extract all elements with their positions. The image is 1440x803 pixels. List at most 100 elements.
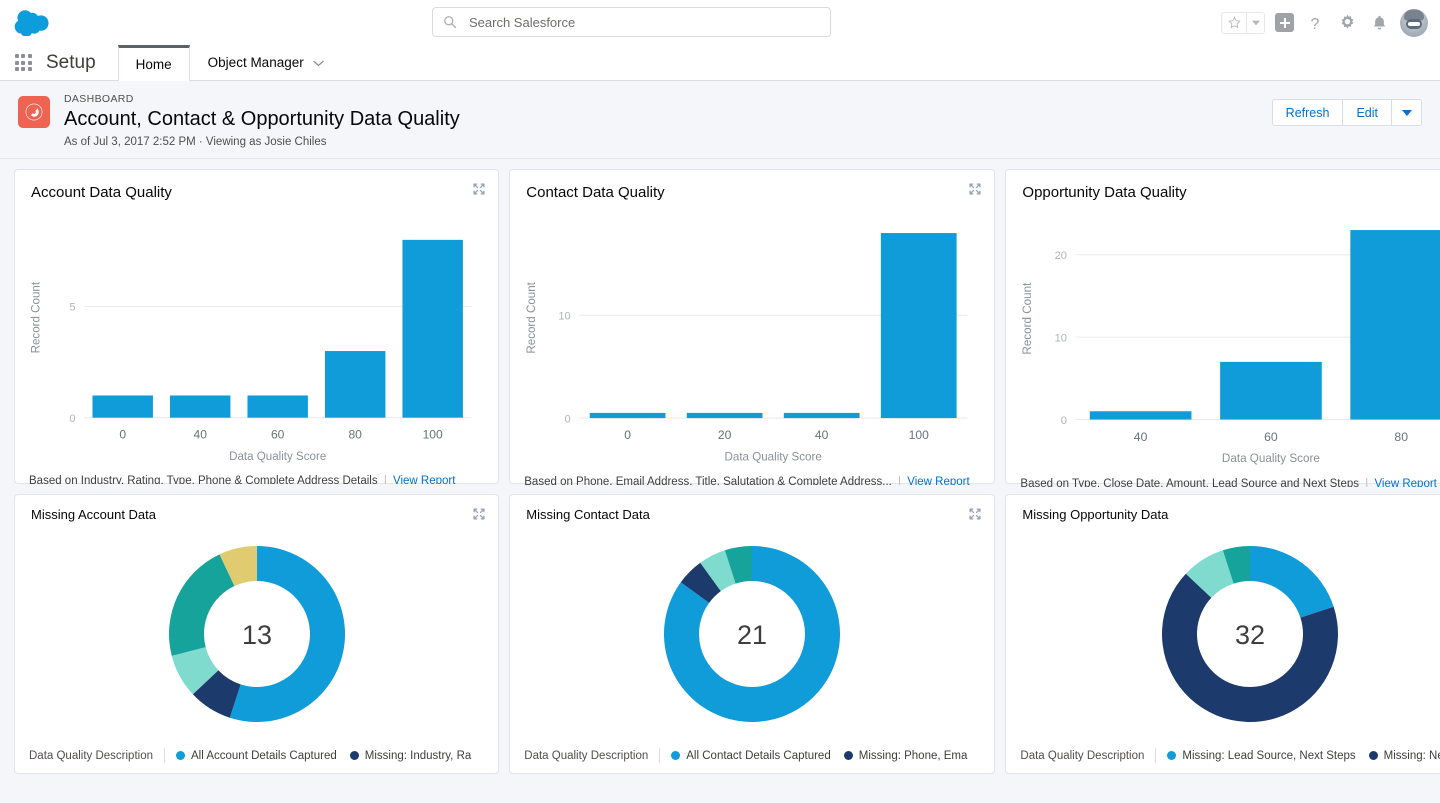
svg-text:Data Quality Score: Data Quality Score — [1222, 452, 1320, 465]
favorites-group[interactable] — [1221, 12, 1265, 34]
chevron-down-icon[interactable] — [313, 55, 324, 70]
expand-icon[interactable] — [968, 507, 982, 521]
tab-object-manager[interactable]: Object Manager — [190, 45, 342, 80]
legend-item-label: Missing: Next St — [1384, 750, 1440, 762]
dashboard-refresh-status: As of Jul 3, 2017 2:52 PM · Viewing as J… — [64, 136, 1272, 148]
legend-color-swatch — [176, 751, 185, 760]
legend-item[interactable]: Missing: Industry, Ra — [350, 750, 472, 762]
svg-text:80: 80 — [348, 428, 362, 442]
svg-text:60: 60 — [271, 428, 285, 442]
legend-item[interactable]: Missing: Lead Source, Next Steps — [1167, 750, 1355, 762]
chart-legend: Data Quality Description All Account Det… — [15, 744, 498, 773]
svg-text:0: 0 — [624, 428, 631, 442]
search-box[interactable] — [432, 7, 831, 37]
nav-tabs: Home Object Manager — [118, 45, 342, 80]
svg-text:80: 80 — [1395, 430, 1409, 444]
svg-text:Record Count: Record Count — [525, 281, 538, 353]
svg-text:100: 100 — [909, 428, 929, 442]
card-footer: Based on Type, Close Date, Amount, Lead … — [1006, 471, 1440, 487]
legend-color-swatch — [1369, 751, 1378, 760]
legend-title: Data Quality Description — [29, 750, 153, 762]
header-text-group: DASHBOARD Account, Contact & Opportunity… — [64, 93, 1272, 148]
legend-title: Data Quality Description — [524, 750, 648, 762]
global-search[interactable] — [432, 7, 831, 37]
legend-item[interactable]: All Account Details Captured — [176, 750, 337, 762]
setup-nav-bar: Setup Home Object Manager — [0, 45, 1440, 81]
legend-item-label: Missing: Lead Source, Next Steps — [1182, 750, 1355, 762]
legend-item-label: Missing: Phone, Ema — [859, 750, 968, 762]
dashboard-page-header: DASHBOARD Account, Contact & Opportunity… — [0, 81, 1440, 159]
legend-color-swatch — [671, 751, 680, 760]
donut-chart[interactable]: 32 — [1006, 522, 1440, 744]
salesforce-cloud-logo[interactable] — [14, 8, 54, 38]
dashboard-card-donut: Missing Opportunity Data 32 Data Quality… — [1005, 494, 1440, 774]
svg-text:40: 40 — [1134, 430, 1148, 444]
legend-item[interactable]: Missing: Next St — [1369, 750, 1440, 762]
separator: | — [898, 476, 901, 485]
more-actions-button[interactable] — [1392, 99, 1422, 126]
card-title: Account Data Quality — [15, 170, 498, 201]
dashboard-card-bar: Contact Data Quality 01002040100Data Qua… — [509, 169, 995, 484]
tab-home-label: Home — [136, 57, 172, 72]
dashboard-card-bar: Account Data Quality 050406080100Data Qu… — [14, 169, 499, 484]
refresh-button[interactable]: Refresh — [1272, 99, 1344, 126]
donut-chart[interactable]: 13 — [15, 522, 498, 744]
svg-text:10: 10 — [559, 311, 571, 323]
svg-text:0: 0 — [1061, 415, 1067, 427]
chevron-down-icon[interactable] — [1247, 13, 1264, 33]
svg-text:?: ? — [1311, 16, 1320, 32]
svg-text:20: 20 — [718, 428, 732, 442]
svg-text:40: 40 — [193, 428, 207, 442]
svg-text:Record Count: Record Count — [31, 281, 43, 353]
separator: | — [384, 475, 387, 484]
svg-text:60: 60 — [1265, 430, 1279, 444]
svg-text:5: 5 — [69, 302, 75, 314]
svg-text:32: 32 — [1235, 620, 1265, 650]
legend-item[interactable]: Missing: Phone, Ema — [844, 750, 968, 762]
expand-icon[interactable] — [968, 182, 982, 196]
search-input[interactable] — [469, 15, 820, 30]
question-mark-icon[interactable]: ? — [1304, 12, 1326, 34]
legend-item[interactable]: All Contact Details Captured — [671, 750, 830, 762]
breadcrumb: DASHBOARD — [64, 93, 1272, 105]
legend-color-swatch — [350, 751, 359, 760]
view-report-link[interactable]: View Report — [1374, 478, 1436, 487]
bar-chart[interactable]: 01002040100Data Quality ScoreRecord Coun… — [510, 201, 994, 469]
global-header: ? — [0, 0, 1440, 45]
card-footer-description: Based on Industry, Rating, Type, Phone &… — [29, 475, 378, 484]
expand-icon[interactable] — [472, 507, 486, 521]
user-avatar[interactable] — [1400, 9, 1428, 37]
app-name: Setup — [46, 45, 118, 80]
legend-title: Data Quality Description — [1020, 750, 1144, 762]
separator: | — [1365, 478, 1368, 487]
svg-text:0: 0 — [119, 428, 126, 442]
donut-chart[interactable]: 21 — [510, 522, 994, 744]
legend-item-label: Missing: Industry, Ra — [365, 750, 472, 762]
chevron-down-icon — [1402, 110, 1412, 116]
card-title: Missing Contact Data — [510, 495, 994, 522]
divider — [659, 748, 660, 763]
divider — [164, 748, 165, 763]
svg-text:Data Quality Score: Data Quality Score — [229, 451, 326, 463]
star-icon[interactable] — [1222, 13, 1246, 33]
bar-chart[interactable]: 050406080100Data Quality ScoreRecord Cou… — [15, 201, 498, 468]
expand-icon[interactable] — [472, 182, 486, 196]
svg-text:13: 13 — [242, 620, 272, 650]
page-title: Account, Contact & Opportunity Data Qual… — [64, 106, 1272, 133]
chart-legend: Data Quality Description Missing: Lead S… — [1006, 744, 1440, 773]
gear-icon[interactable] — [1336, 12, 1358, 34]
view-report-link[interactable]: View Report — [907, 476, 969, 485]
dashboard-grid: Account Data Quality 050406080100Data Qu… — [0, 159, 1440, 784]
tab-home[interactable]: Home — [118, 45, 190, 81]
plus-icon[interactable] — [1275, 13, 1294, 32]
app-launcher-waffle-icon[interactable] — [0, 45, 46, 80]
card-title: Missing Account Data — [15, 495, 498, 522]
bell-icon[interactable] — [1368, 12, 1390, 34]
view-report-link[interactable]: View Report — [393, 475, 455, 484]
search-icon — [443, 15, 457, 29]
svg-text:Record Count: Record Count — [1021, 282, 1034, 355]
edit-button[interactable]: Edit — [1343, 99, 1392, 126]
card-footer-description: Based on Type, Close Date, Amount, Lead … — [1020, 478, 1359, 487]
bar-chart[interactable]: 01020406080Data Quality ScoreRecord Coun… — [1006, 201, 1440, 471]
card-title: Opportunity Data Quality — [1006, 170, 1440, 201]
